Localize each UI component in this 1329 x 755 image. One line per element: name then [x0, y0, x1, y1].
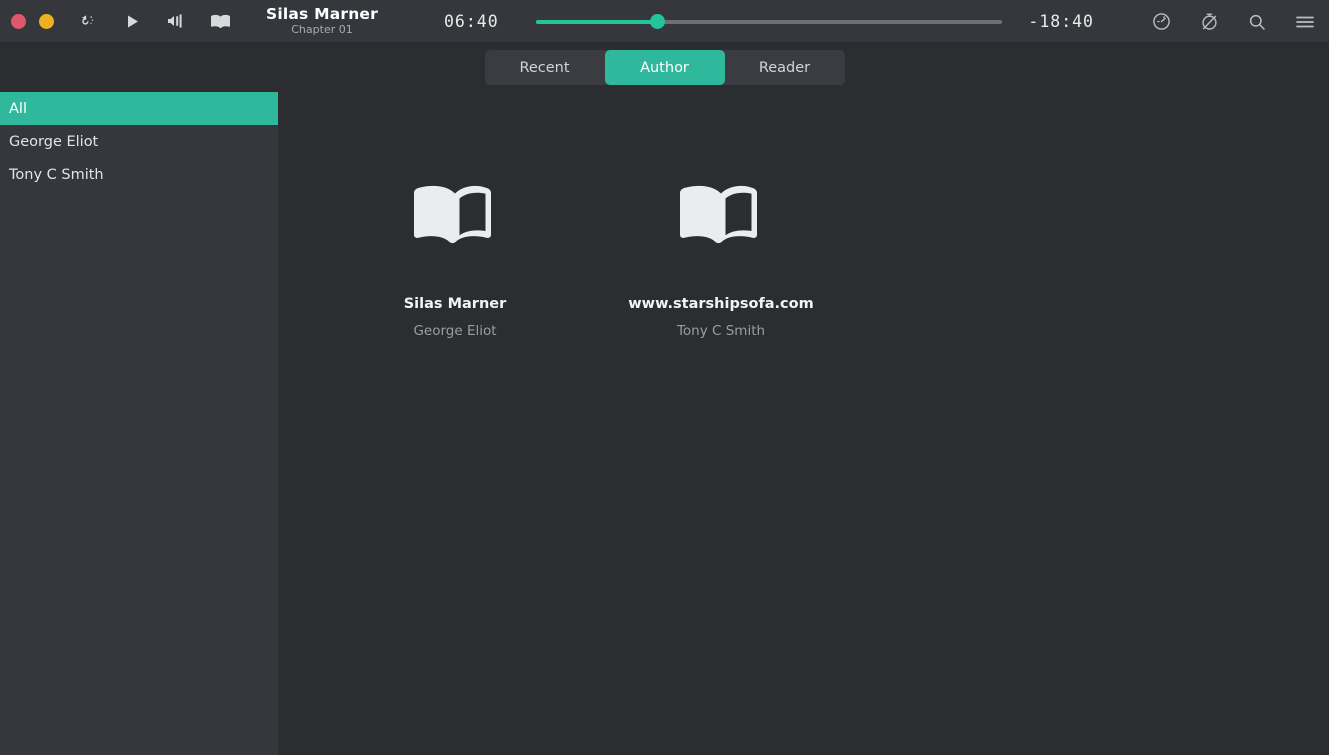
playback-controls	[76, 9, 232, 33]
sidebar-item-george-eliot[interactable]: George Eliot	[0, 125, 278, 158]
now-playing-title-block: Silas Marner Chapter 01	[266, 6, 378, 36]
author-sidebar: All George Eliot Tony C Smith	[0, 92, 278, 755]
tab-recent[interactable]: Recent	[485, 50, 605, 85]
toolbar-right-actions	[1149, 0, 1317, 43]
book-icon[interactable]	[208, 9, 232, 33]
book-author: Tony C Smith	[677, 323, 765, 339]
book-title: Silas Marner	[404, 296, 507, 312]
seek-progress-fill	[536, 20, 657, 24]
sleep-timer-icon[interactable]	[1197, 10, 1221, 34]
sidebar-item-tony-c-smith[interactable]: Tony C Smith	[0, 158, 278, 191]
book-card[interactable]: Silas Marner George Eliot	[322, 154, 588, 339]
elapsed-time: 06:40	[444, 12, 518, 31]
search-icon[interactable]	[1245, 10, 1269, 34]
tab-reader[interactable]: Reader	[725, 50, 845, 85]
speed-gauge-icon[interactable]	[1149, 10, 1173, 34]
close-button[interactable]	[11, 14, 26, 29]
open-book-icon	[661, 154, 781, 274]
open-book-icon	[395, 154, 515, 274]
seek-bar-group: 06:40 -18:40	[444, 0, 1094, 43]
view-mode-tabgroup: Recent Author Reader	[485, 50, 845, 85]
main-body: All George Eliot Tony C Smith Silas Marn…	[0, 92, 1329, 755]
chapter-subtitle: Chapter 01	[291, 24, 352, 36]
jump-back-icon[interactable]	[76, 9, 100, 33]
top-toolbar: Silas Marner Chapter 01 06:40 -18:40	[0, 0, 1329, 43]
book-author: George Eliot	[413, 323, 496, 339]
book-title: www.starshipsofa.com	[628, 296, 813, 312]
page-title: Silas Marner	[266, 6, 378, 22]
window-controls	[0, 14, 54, 29]
book-grid: Silas Marner George Eliot www.starshipso…	[278, 92, 1329, 339]
seek-slider-handle[interactable]	[650, 14, 665, 29]
seek-slider[interactable]	[536, 20, 1002, 24]
minimize-button[interactable]	[39, 14, 54, 29]
view-mode-tabstrip: Recent Author Reader	[0, 43, 1329, 92]
menu-icon[interactable]	[1293, 10, 1317, 34]
sidebar-item-all[interactable]: All	[0, 92, 278, 125]
volume-icon[interactable]	[164, 9, 188, 33]
remaining-time: -18:40	[1020, 12, 1094, 31]
play-icon[interactable]	[120, 9, 144, 33]
library-content: Silas Marner George Eliot www.starshipso…	[278, 92, 1329, 755]
book-card[interactable]: www.starshipsofa.com Tony C Smith	[588, 154, 854, 339]
tab-author[interactable]: Author	[605, 50, 725, 85]
